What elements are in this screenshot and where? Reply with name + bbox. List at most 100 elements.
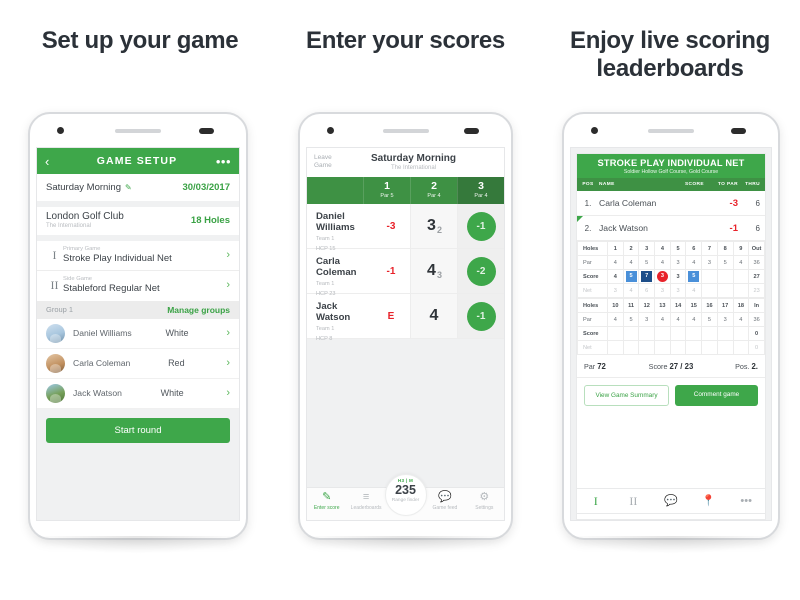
score-cell[interactable] [716,326,734,341]
phone-bottom-bezel [300,521,511,541]
score-cell[interactable]: 5 [622,269,640,284]
score-cell[interactable]: 3 [654,269,671,284]
score-cell[interactable] [732,326,750,341]
range-finder-label: Range finder [391,498,420,504]
in-label: In [748,298,765,313]
score-cell[interactable]: 4 [607,269,624,284]
chevron-right-icon[interactable]: › [226,249,230,261]
hole-column-2[interactable]: 2 Par 4 [410,177,457,204]
list-item[interactable]: Carla Coleman Red › [37,349,239,379]
net-cell [607,340,624,355]
more-horizontal-icon[interactable]: ••• [727,495,765,507]
list-icon: ≡ [362,491,370,503]
score-cell[interactable] [669,326,687,341]
primary-game-value: Stroke Play Individual Net [63,252,172,264]
heading-leaderboards: Enjoy live scoring leaderboards [570,27,770,82]
tab-primary-game[interactable]: I [577,495,615,507]
hole-column-1[interactable]: 1 Par 5 [363,177,410,204]
row-name: Jack Watson [599,223,648,233]
score-cell-hole2[interactable]: 32 [410,204,457,248]
hole-cell: 5 [669,241,687,256]
manage-groups-button[interactable]: Manage groups [167,305,230,315]
score-cell[interactable] [638,326,656,341]
promo-banner: Set up your game Enter your scores Enjoy… [0,0,800,600]
score-cell[interactable] [701,269,718,284]
player-info[interactable]: Carla Coleman Team 1 HCP 23 [307,249,372,297]
player-total: -1 [386,265,396,277]
row-label: Score [577,269,608,284]
score-cell[interactable] [685,326,703,341]
sensor-icon [731,127,746,134]
bottom-tab-bar: I II 💬 📍 ••• [576,488,766,514]
comment-game-button[interactable]: Comment game [675,385,758,406]
games-card: I Primary Game Stroke Play Individual Ne… [37,240,239,301]
back-icon[interactable]: ‹ [45,155,61,168]
score-value: 4 [427,262,436,279]
player-info[interactable]: Daniel Williams Team 1 HCP 15 [307,204,372,252]
score-cell[interactable] [732,269,750,284]
side-game-row[interactable]: II Side Game Stableford Regular Net › [37,271,239,301]
score-cell-hole3[interactable]: -1 [457,294,504,338]
hole-column-3[interactable]: 3 Par 4 [457,177,504,204]
location-pin-icon[interactable]: 📍 [690,495,728,507]
list-item[interactable]: Jack Watson White › [37,379,239,409]
hole-cell: 1 [607,241,624,256]
score-cell[interactable]: 7 [638,269,656,284]
par-cell: 3 [669,255,687,270]
score-cell-hole3[interactable]: -1 [457,204,504,248]
range-finder-button[interactable]: H3 | M 235 Range finder [384,474,427,516]
chevron-right-icon[interactable]: › [226,327,230,339]
tab-settings[interactable]: ⚙ Settings [465,491,504,511]
phone-top-bezel [564,114,778,147]
net-cell [732,283,750,298]
net-total: 23 [748,283,765,298]
table-row[interactable]: 1. Carla Coleman -3 6 [577,191,765,216]
par-cell: 5 [701,312,718,327]
pencil-icon[interactable]: ✎ [125,183,132,192]
row-label: Net [577,340,608,355]
score-cell[interactable] [622,326,640,341]
venue-card[interactable]: London Golf Club The International 18 Ho… [37,207,239,235]
more-horizontal-icon[interactable]: ••• [213,155,231,168]
score-cell[interactable] [654,326,671,341]
tab-leaderboards[interactable]: ≡ Leaderboards [346,491,385,511]
score-sub: 3 [436,270,442,280]
score-cell[interactable]: 5 [685,269,703,284]
player-info[interactable]: Jack Watson Team 1 HCP 8 [307,294,372,342]
hole-cell: 18 [732,298,750,313]
tab-enter-score[interactable]: ✎ Enter score [307,491,346,511]
primary-game-row[interactable]: I Primary Game Stroke Play Individual Ne… [37,241,239,271]
par-cell: 4 [732,312,750,327]
table-row[interactable]: 2. Jack Watson -1 6 [577,216,765,241]
tab-side-game[interactable]: II [615,495,653,507]
par-cell: 3 [716,312,734,327]
points-badge: -2 [466,256,496,286]
chevron-right-icon[interactable]: › [226,357,230,369]
start-round-button[interactable]: Start round [46,417,230,443]
chevron-right-icon[interactable]: › [226,280,230,291]
view-game-summary-button[interactable]: View Game Summary [584,385,669,406]
score-cell[interactable] [701,326,718,341]
list-item[interactable]: Daniel Williams White › [37,319,239,349]
player-tee: White [165,328,189,339]
score-cell[interactable] [716,269,734,284]
tab-game-feed[interactable]: 💬 Game feed [425,491,464,511]
net-cell [701,283,718,298]
score-cell[interactable] [607,326,624,341]
phone-mockup-scores: Leave Game Saturday Morning The Internat… [298,112,513,554]
page-title: GAME SETUP [96,155,178,167]
net-cell [622,340,640,355]
chat-icon[interactable]: 💬 [652,495,690,507]
net-cell [638,340,656,355]
score-cell-hole3[interactable]: -2 [457,249,504,293]
hole-cell: 9 [732,241,750,256]
par-cell: 3 [638,312,656,327]
table-row: Jack Watson Team 1 HCP 8 E 4 -1 [307,294,504,342]
round-row[interactable]: Saturday Morning ✎ 30/03/2017 [37,174,239,201]
score-cell-hole2[interactable]: 4 [410,294,457,338]
chevron-right-icon[interactable]: › [226,387,230,399]
score-cell[interactable]: 3 [669,269,687,284]
score-cell-hole2[interactable]: 43 [410,249,457,293]
pencil-icon: ✎ [322,491,332,503]
numeral-two-icon: II [50,278,59,293]
